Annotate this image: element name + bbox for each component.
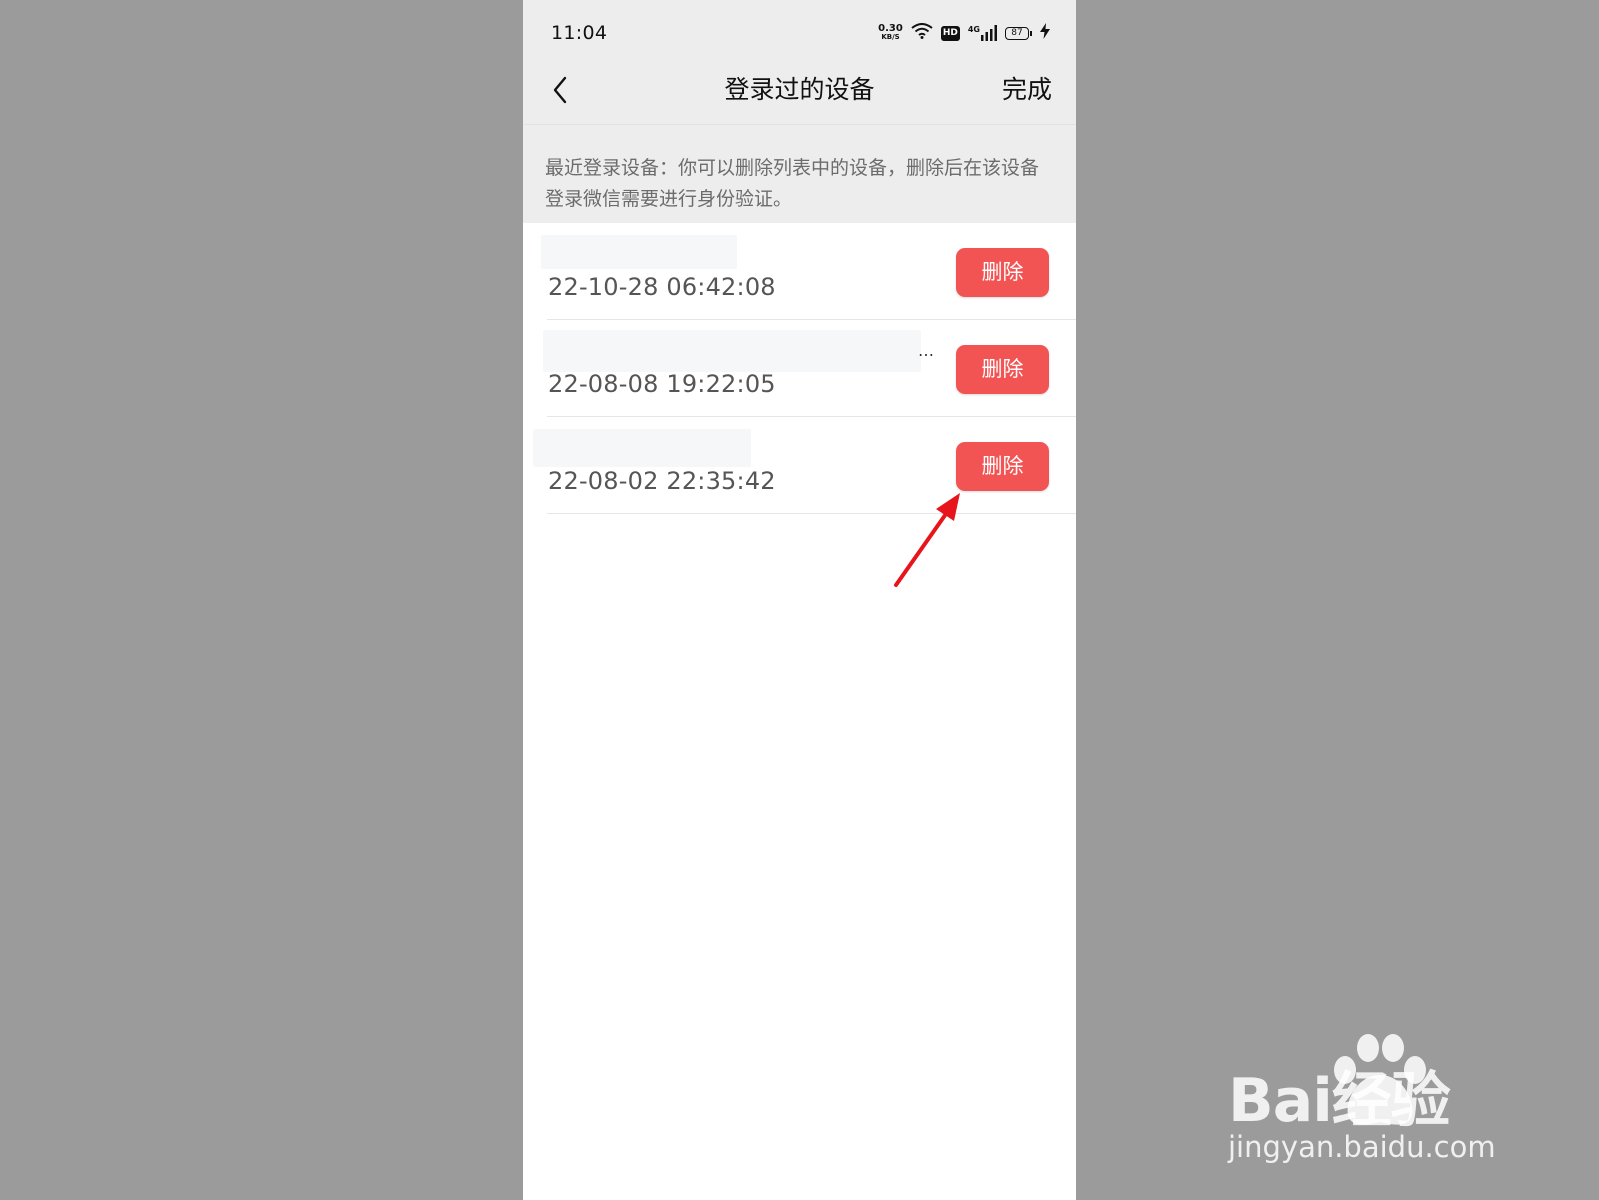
device-name-redacted bbox=[541, 235, 737, 269]
baidu-jingyan-watermark: Bai经验 jingyan.baidu.com bbox=[1228, 1030, 1528, 1170]
hd-badge: HD bbox=[940, 25, 960, 41]
device-name-ellipsis: … bbox=[918, 341, 934, 360]
watermark-brand: Bai经验 bbox=[1228, 1066, 1451, 1136]
delete-button[interactable]: 删除 bbox=[956, 442, 1049, 491]
status-time: 11:04 bbox=[551, 22, 608, 44]
network-speed-unit: KB/S bbox=[881, 33, 900, 41]
device-name-redacted bbox=[543, 330, 921, 372]
info-section: 最近登录设备：你可以删除列表中的设备，删除后在该设备登录微信需要进行身份验证。 bbox=[523, 125, 1076, 223]
device-login-time: 22-08-02 22:35:42 bbox=[548, 467, 776, 495]
watermark-url: jingyan.baidu.com bbox=[1228, 1130, 1496, 1164]
info-description: 最近登录设备：你可以删除列表中的设备，删除后在该设备登录微信需要进行身份验证。 bbox=[545, 157, 1040, 210]
device-list: 22-10-28 06:42:08 删除 … 22-08-08 19:22:05… bbox=[523, 223, 1076, 514]
battery-level: 87 bbox=[1005, 26, 1029, 40]
page-title: 登录过的设备 bbox=[724, 75, 875, 104]
chevron-left-icon bbox=[552, 76, 568, 108]
battery-cap bbox=[1030, 30, 1032, 36]
screenshot-stage: 11:04 0.30 KB/S HD 4G 87 登录过的设备 完成 最近登录设… bbox=[0, 0, 1599, 1200]
list-item: 22-10-28 06:42:08 删除 bbox=[523, 223, 1076, 320]
signal-icon: 4G bbox=[968, 25, 997, 41]
divider bbox=[547, 513, 1076, 514]
battery-icon: 87 bbox=[1005, 26, 1032, 40]
device-login-time: 22-08-08 19:22:05 bbox=[548, 370, 776, 398]
network-type-label: 4G bbox=[967, 25, 980, 34]
list-item: … 22-08-08 19:22:05 删除 bbox=[523, 320, 1076, 417]
delete-button[interactable]: 删除 bbox=[956, 345, 1049, 394]
list-item: 22-08-02 22:35:42 删除 bbox=[523, 417, 1076, 514]
charging-icon bbox=[1040, 23, 1050, 43]
status-bar: 11:04 0.30 KB/S HD 4G 87 bbox=[523, 0, 1076, 64]
delete-button[interactable]: 删除 bbox=[956, 248, 1049, 297]
network-speed-value: 0.30 bbox=[878, 23, 903, 34]
wifi-icon bbox=[911, 23, 933, 43]
device-name-redacted bbox=[533, 429, 751, 467]
done-button[interactable]: 完成 bbox=[1002, 70, 1052, 110]
status-icons: 0.30 KB/S HD 4G 87 bbox=[878, 22, 1050, 44]
back-button[interactable] bbox=[545, 72, 575, 112]
phone-screen: 11:04 0.30 KB/S HD 4G 87 登录过的设备 完成 最近登录设… bbox=[523, 0, 1076, 1200]
network-speed: 0.30 KB/S bbox=[878, 24, 903, 42]
device-login-time: 22-10-28 06:42:08 bbox=[548, 273, 776, 301]
nav-bar: 登录过的设备 完成 bbox=[523, 64, 1076, 125]
